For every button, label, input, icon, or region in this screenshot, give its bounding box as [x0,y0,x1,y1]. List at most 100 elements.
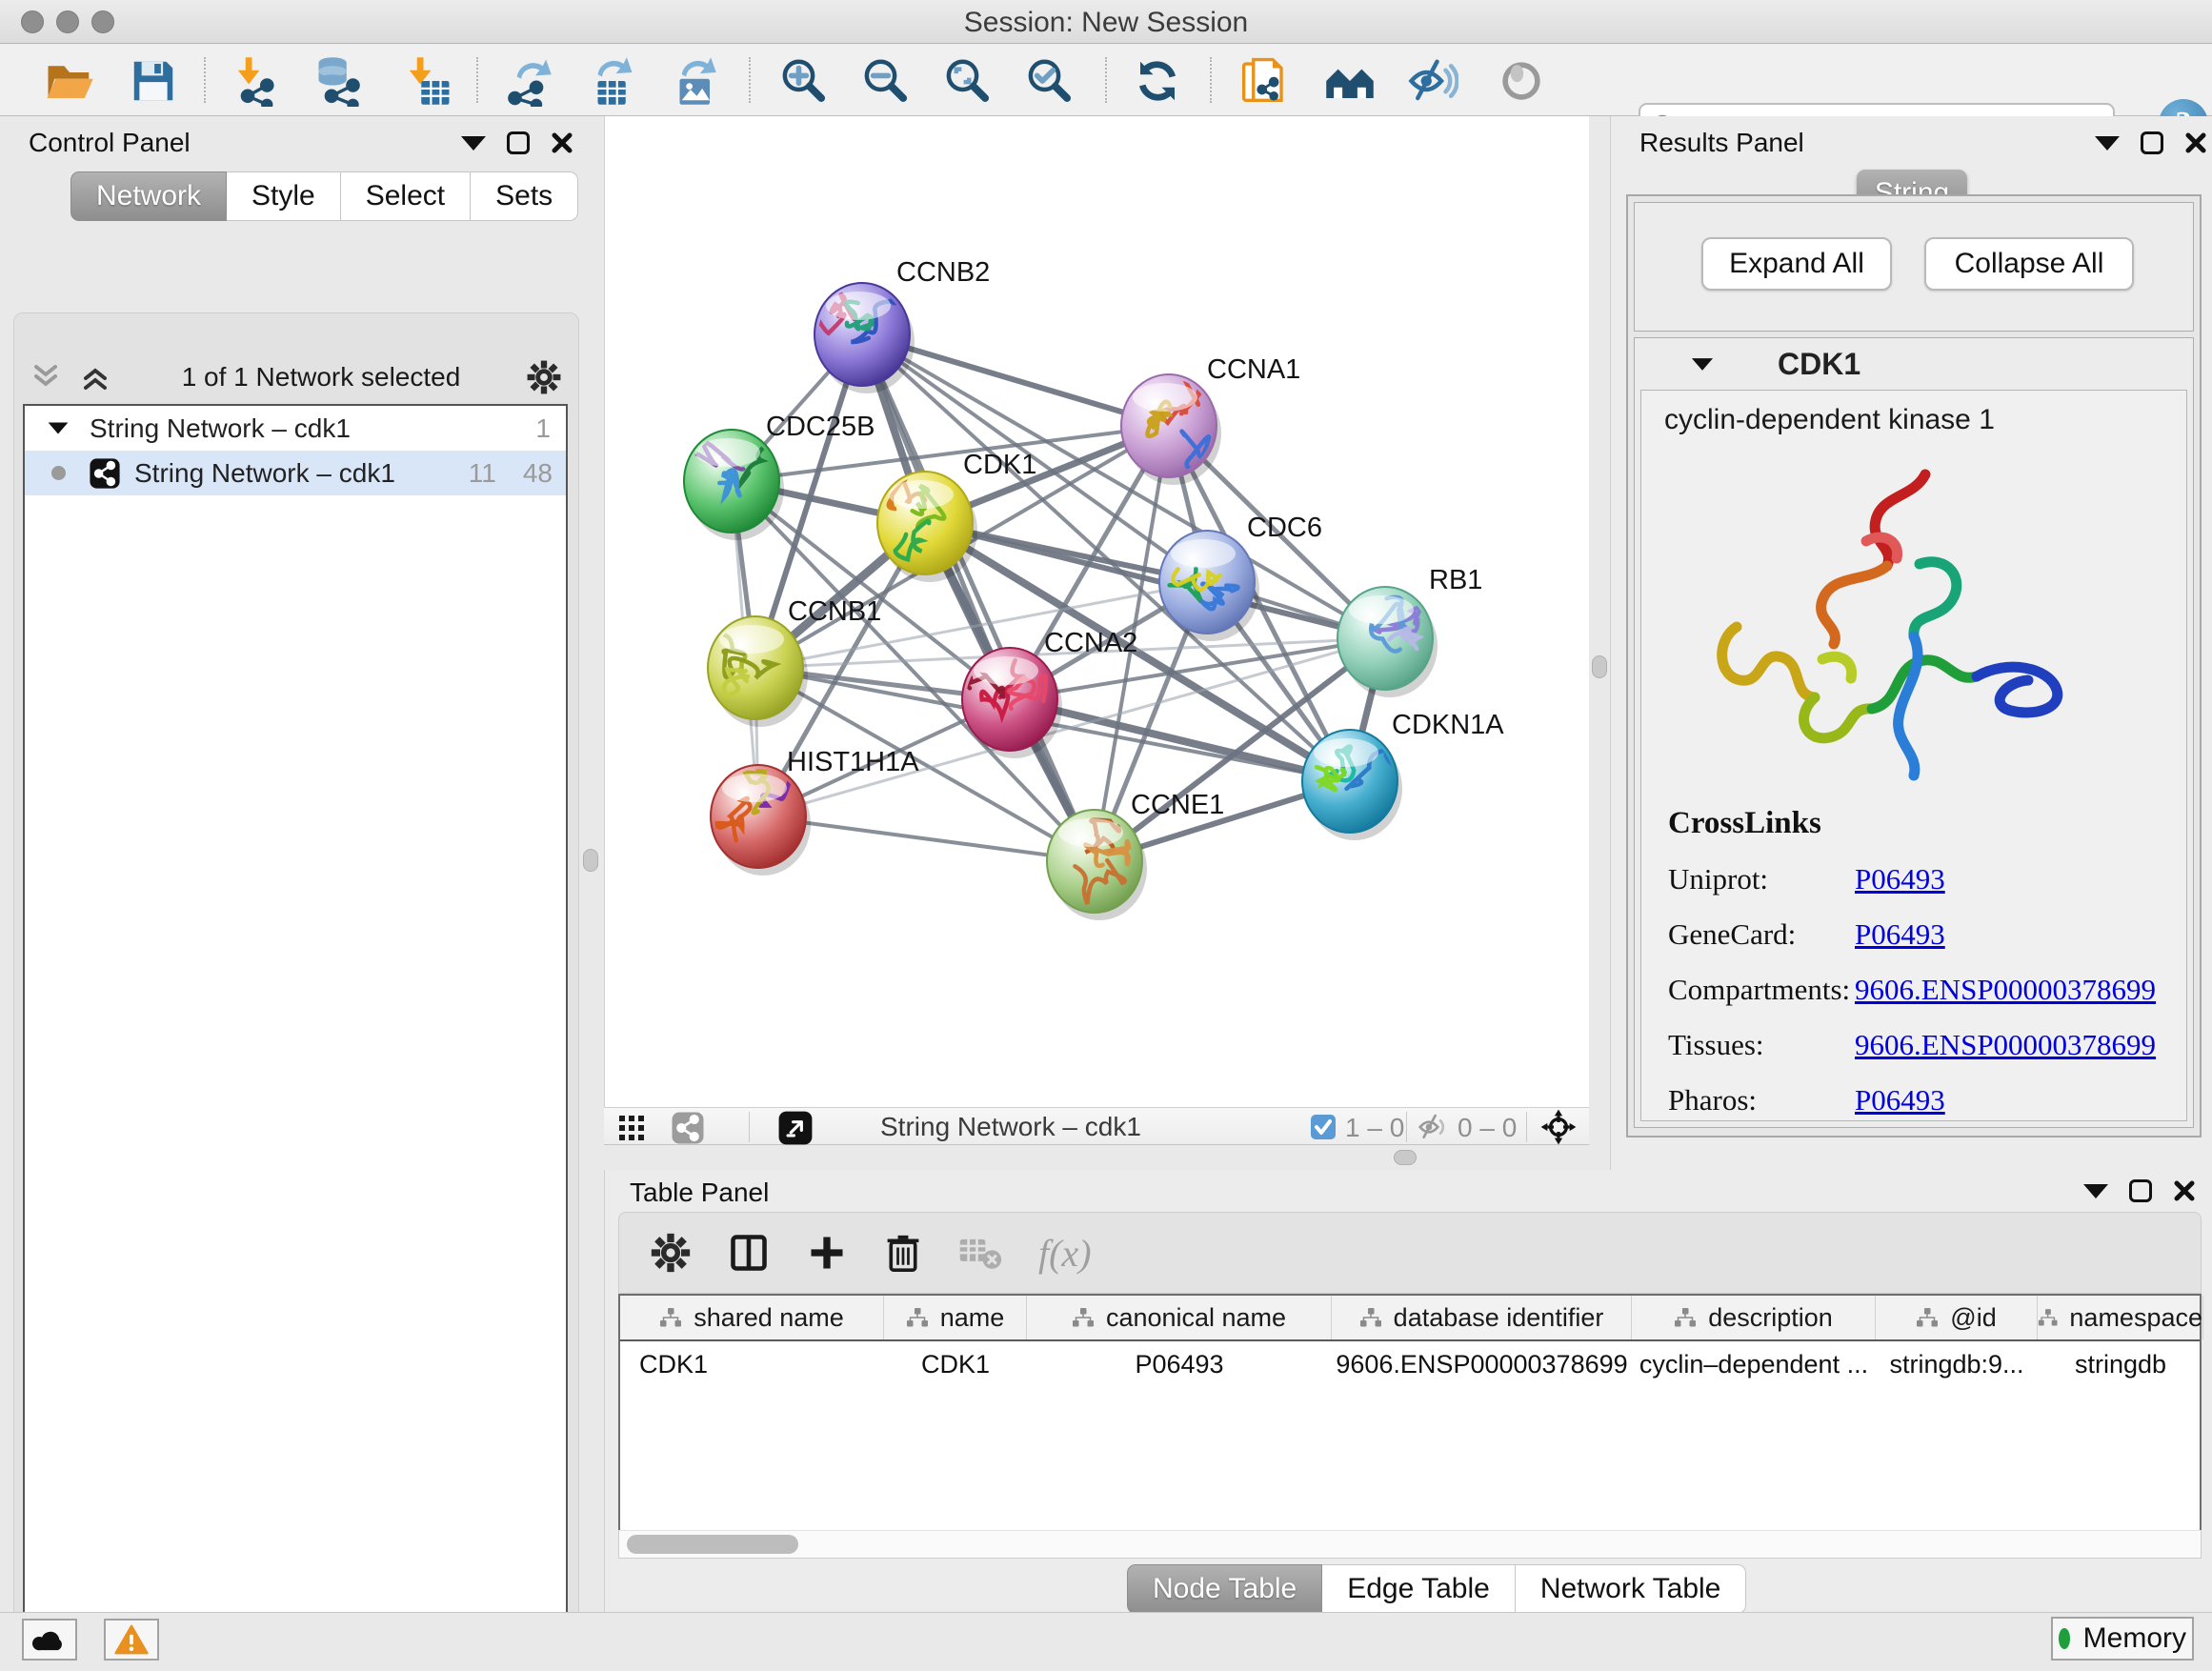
table-gear-icon[interactable] [650,1232,692,1274]
network-row-selected[interactable]: String Network – cdk1 11 48 [25,451,566,495]
column-header-label: namespace [2069,1303,2202,1333]
show-columns-icon[interactable] [728,1232,770,1274]
table-cell[interactable]: cyclin–dependent ... [1632,1343,1876,1385]
hide-selected-button[interactable] [1407,55,1458,107]
node-HIST1H1A[interactable]: HIST1H1A [711,747,919,876]
bottom-splitter-handle[interactable] [1394,1150,1417,1165]
import-network-database-button[interactable] [314,55,366,107]
table-cell[interactable]: CDK1 [620,1343,884,1385]
zoom-fit-button[interactable] [941,55,993,107]
warning-status-button[interactable] [104,1619,159,1661]
collapse-gene-icon[interactable] [1692,358,1713,371]
float-panel-icon[interactable] [2083,1184,2108,1198]
float-panel-icon[interactable] [461,136,486,151]
tab-sets[interactable]: Sets [471,171,578,221]
export-image-button[interactable] [667,55,718,107]
zoom-out-button[interactable] [859,55,911,107]
table-row[interactable]: CDK1CDK1P064939606.ENSP00000378699cyclin… [620,1343,2200,1385]
maximize-panel-icon[interactable] [2141,131,2163,154]
close-panel-icon[interactable] [551,131,573,154]
crosslink-link[interactable]: 9606.ENSP00000378699 [1855,1028,2156,1062]
gear-icon[interactable] [526,359,562,395]
column-header--id[interactable]: @id [1876,1296,2038,1339]
node-CDC6[interactable]: CDC6 [1159,513,1322,641]
node-CCNA1[interactable]: CCNA1 [1121,354,1300,485]
node-CDC25B[interactable]: CDC25B [677,412,875,540]
show-all-button[interactable] [1496,55,1547,107]
table-hscrollbar[interactable] [618,1530,2202,1559]
export-image-icon [667,55,718,107]
memory-button[interactable]: Memory [2051,1617,2194,1661]
string-home-button[interactable] [1324,55,1376,107]
table-cell[interactable]: CDK1 [884,1343,1027,1385]
node-CCNA2[interactable]: CCNA2 [951,628,1137,758]
collapse-tree-icon[interactable] [49,423,69,434]
tab-style[interactable]: Style [227,171,341,221]
tab-network[interactable]: Network [70,171,227,221]
export-network-button[interactable] [502,55,553,107]
node-CCNB1[interactable]: CCNB1 [685,596,881,727]
table-cell[interactable]: stringdb:9... [1876,1343,2038,1385]
node-CDKN1A[interactable]: CDKN1A [1302,710,1504,840]
tab-node-table[interactable]: Node Table [1127,1564,1322,1614]
crosshair-icon[interactable] [1539,1108,1578,1146]
right-splitter-handle[interactable] [1592,655,1607,678]
float-panel-icon[interactable] [2095,136,2120,151]
copy-style-button[interactable] [1238,55,1290,107]
collection-label: String Network – cdk1 [90,413,351,444]
network-view-canvas[interactable]: CCNB2 CCNA1 CDC25B CDK1 CDC6RB1 CCNB1 CCNA2 CDK… [604,116,1589,1107]
edge-CCNB2-CCNE1[interactable] [862,334,1095,861]
collapse-all-icon[interactable] [29,361,67,393]
node-label-CDK1: CDK1 [963,450,1036,480]
import-table-file-button[interactable] [402,55,453,107]
column-header-database-identifier[interactable]: database identifier [1332,1296,1632,1339]
hierarchy-icon [1916,1307,1939,1328]
expand-all-icon[interactable] [78,361,116,393]
toolbar-separator [204,57,206,103]
birdseye-icon[interactable] [777,1110,814,1146]
column-header-description[interactable]: description [1632,1296,1876,1339]
close-panel-icon[interactable] [2173,1179,2196,1202]
maximize-panel-icon[interactable] [507,131,530,154]
export-table-button[interactable] [585,55,636,107]
string-network-graph[interactable]: CCNB2 CCNA1 CDC25B CDK1 CDC6RB1 CCNB1 CCNA2 CDK… [605,116,1590,1107]
expand-all-button[interactable]: Expand All [1701,237,1892,291]
zoom-selected-button[interactable] [1023,55,1075,107]
crosslink-link[interactable]: P06493 [1855,862,1945,896]
crosslink-link[interactable]: 9606.ENSP00000378699 [1855,973,2156,1007]
zoom-in-button[interactable] [777,55,829,107]
node-table[interactable]: shared namenamecanonical namedatabase id… [618,1294,2202,1532]
column-header-namespace[interactable]: namespace [2038,1296,2203,1339]
table-cell[interactable]: stringdb [2038,1343,2203,1385]
cloud-status-button[interactable] [22,1619,77,1661]
node-RB1[interactable]: RB1 [1337,565,1482,697]
crosslink-link[interactable]: P06493 [1855,917,1945,952]
close-panel-icon[interactable] [2184,131,2207,154]
save-session-button[interactable] [128,55,179,107]
node-label-CDKN1A: CDKN1A [1392,710,1504,740]
open-session-button[interactable] [44,55,95,107]
table-cell[interactable]: P06493 [1027,1343,1332,1385]
control-panel-tabs: NetworkStyleSelectSets [70,171,578,221]
column-header-name[interactable]: name [884,1296,1027,1339]
node-CCNB2[interactable]: CCNB2 [814,257,990,393]
selected-checkbox-icon[interactable] [1311,1115,1336,1139]
crosslink-link[interactable]: P06493 [1855,1083,1945,1117]
import-network-file-button[interactable] [231,55,282,107]
tab-network-table[interactable]: Network Table [1516,1564,1747,1614]
left-splitter-handle[interactable] [583,849,598,872]
table-cell[interactable]: 9606.ENSP00000378699 [1332,1343,1632,1385]
maximize-panel-icon[interactable] [2129,1179,2152,1202]
grid-icon[interactable] [619,1116,644,1140]
tab-edge-table[interactable]: Edge Table [1322,1564,1516,1614]
scroll-thumb[interactable] [627,1535,798,1554]
network-collection-row[interactable]: String Network – cdk1 1 [25,406,566,451]
tab-select[interactable]: Select [341,171,471,221]
collapse-all-button[interactable]: Collapse All [1924,237,2134,291]
delete-column-icon[interactable] [884,1232,922,1274]
add-column-icon[interactable] [806,1232,848,1274]
column-header-shared-name[interactable]: shared name [620,1296,884,1339]
share-view-icon[interactable] [671,1111,705,1145]
column-header-canonical-name[interactable]: canonical name [1027,1296,1332,1339]
refresh-button[interactable] [1132,55,1183,107]
